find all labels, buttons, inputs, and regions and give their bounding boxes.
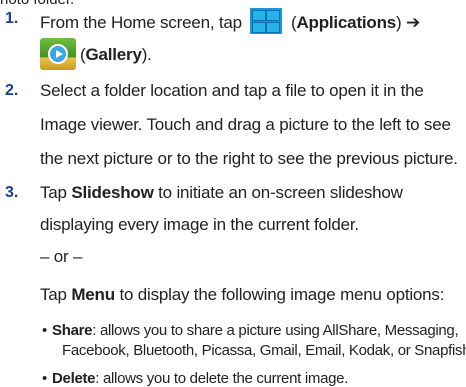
step-number: 2. xyxy=(5,82,19,99)
delete-text: : allows you to delete the current image… xyxy=(95,370,349,387)
share-term: Share xyxy=(52,322,93,339)
step-2-line-3: the next picture or to the right to see … xyxy=(40,149,458,168)
document-page: hoto folder. 1. From the Home screen, ta… xyxy=(0,0,466,387)
previous-text-fragment: hoto folder. xyxy=(0,0,74,8)
step-3-line-1: Tap Slideshow to initiate an on-screen s… xyxy=(40,182,403,204)
or-separator: – or – xyxy=(40,247,83,266)
step-2-line-1: Select a folder location and tap a file … xyxy=(40,81,424,100)
delete-option: Delete: allows you to delete the current… xyxy=(52,370,348,387)
step-number: 3. xyxy=(5,184,19,201)
arrow-icon: ➔ xyxy=(406,13,421,32)
step-1-line-1: From the Home screen, tap (Applications)… xyxy=(40,8,420,34)
applications-grid-icon xyxy=(250,8,283,34)
menu-tap: Tap xyxy=(40,285,67,304)
bullet-icon: • xyxy=(42,370,48,387)
applications-label: Applications xyxy=(296,13,397,32)
step-3-menu-line: Tap Menu to display the following image … xyxy=(40,284,444,306)
step-3-line-2: displaying every image in the current fo… xyxy=(40,215,359,234)
step-number: 1. xyxy=(5,10,19,27)
share-option-cont: Facebook, Bluetooth, Picassa, Gmail, Ema… xyxy=(62,342,466,359)
step-3-text: to initiate an on-screen slideshow xyxy=(158,183,403,202)
step-3-tap: Tap xyxy=(40,183,67,202)
menu-label: Menu xyxy=(71,285,115,304)
step-2-line-2: Image viewer. Touch and drag a picture t… xyxy=(40,115,451,134)
step-1-text: From the Home screen, tap xyxy=(40,13,242,32)
slideshow-label: Slideshow xyxy=(71,183,154,202)
bullet-icon: • xyxy=(42,322,48,339)
step-1-line-2: (Gallery). xyxy=(40,38,152,70)
menu-text: to display the following image menu opti… xyxy=(119,285,445,304)
delete-term: Delete xyxy=(52,370,96,387)
gallery-label: Gallery xyxy=(85,45,142,64)
gallery-icon xyxy=(40,38,76,70)
share-option: Share: allows you to share a picture usi… xyxy=(52,322,459,339)
share-text: : allows you to share a picture using Al… xyxy=(92,322,459,339)
